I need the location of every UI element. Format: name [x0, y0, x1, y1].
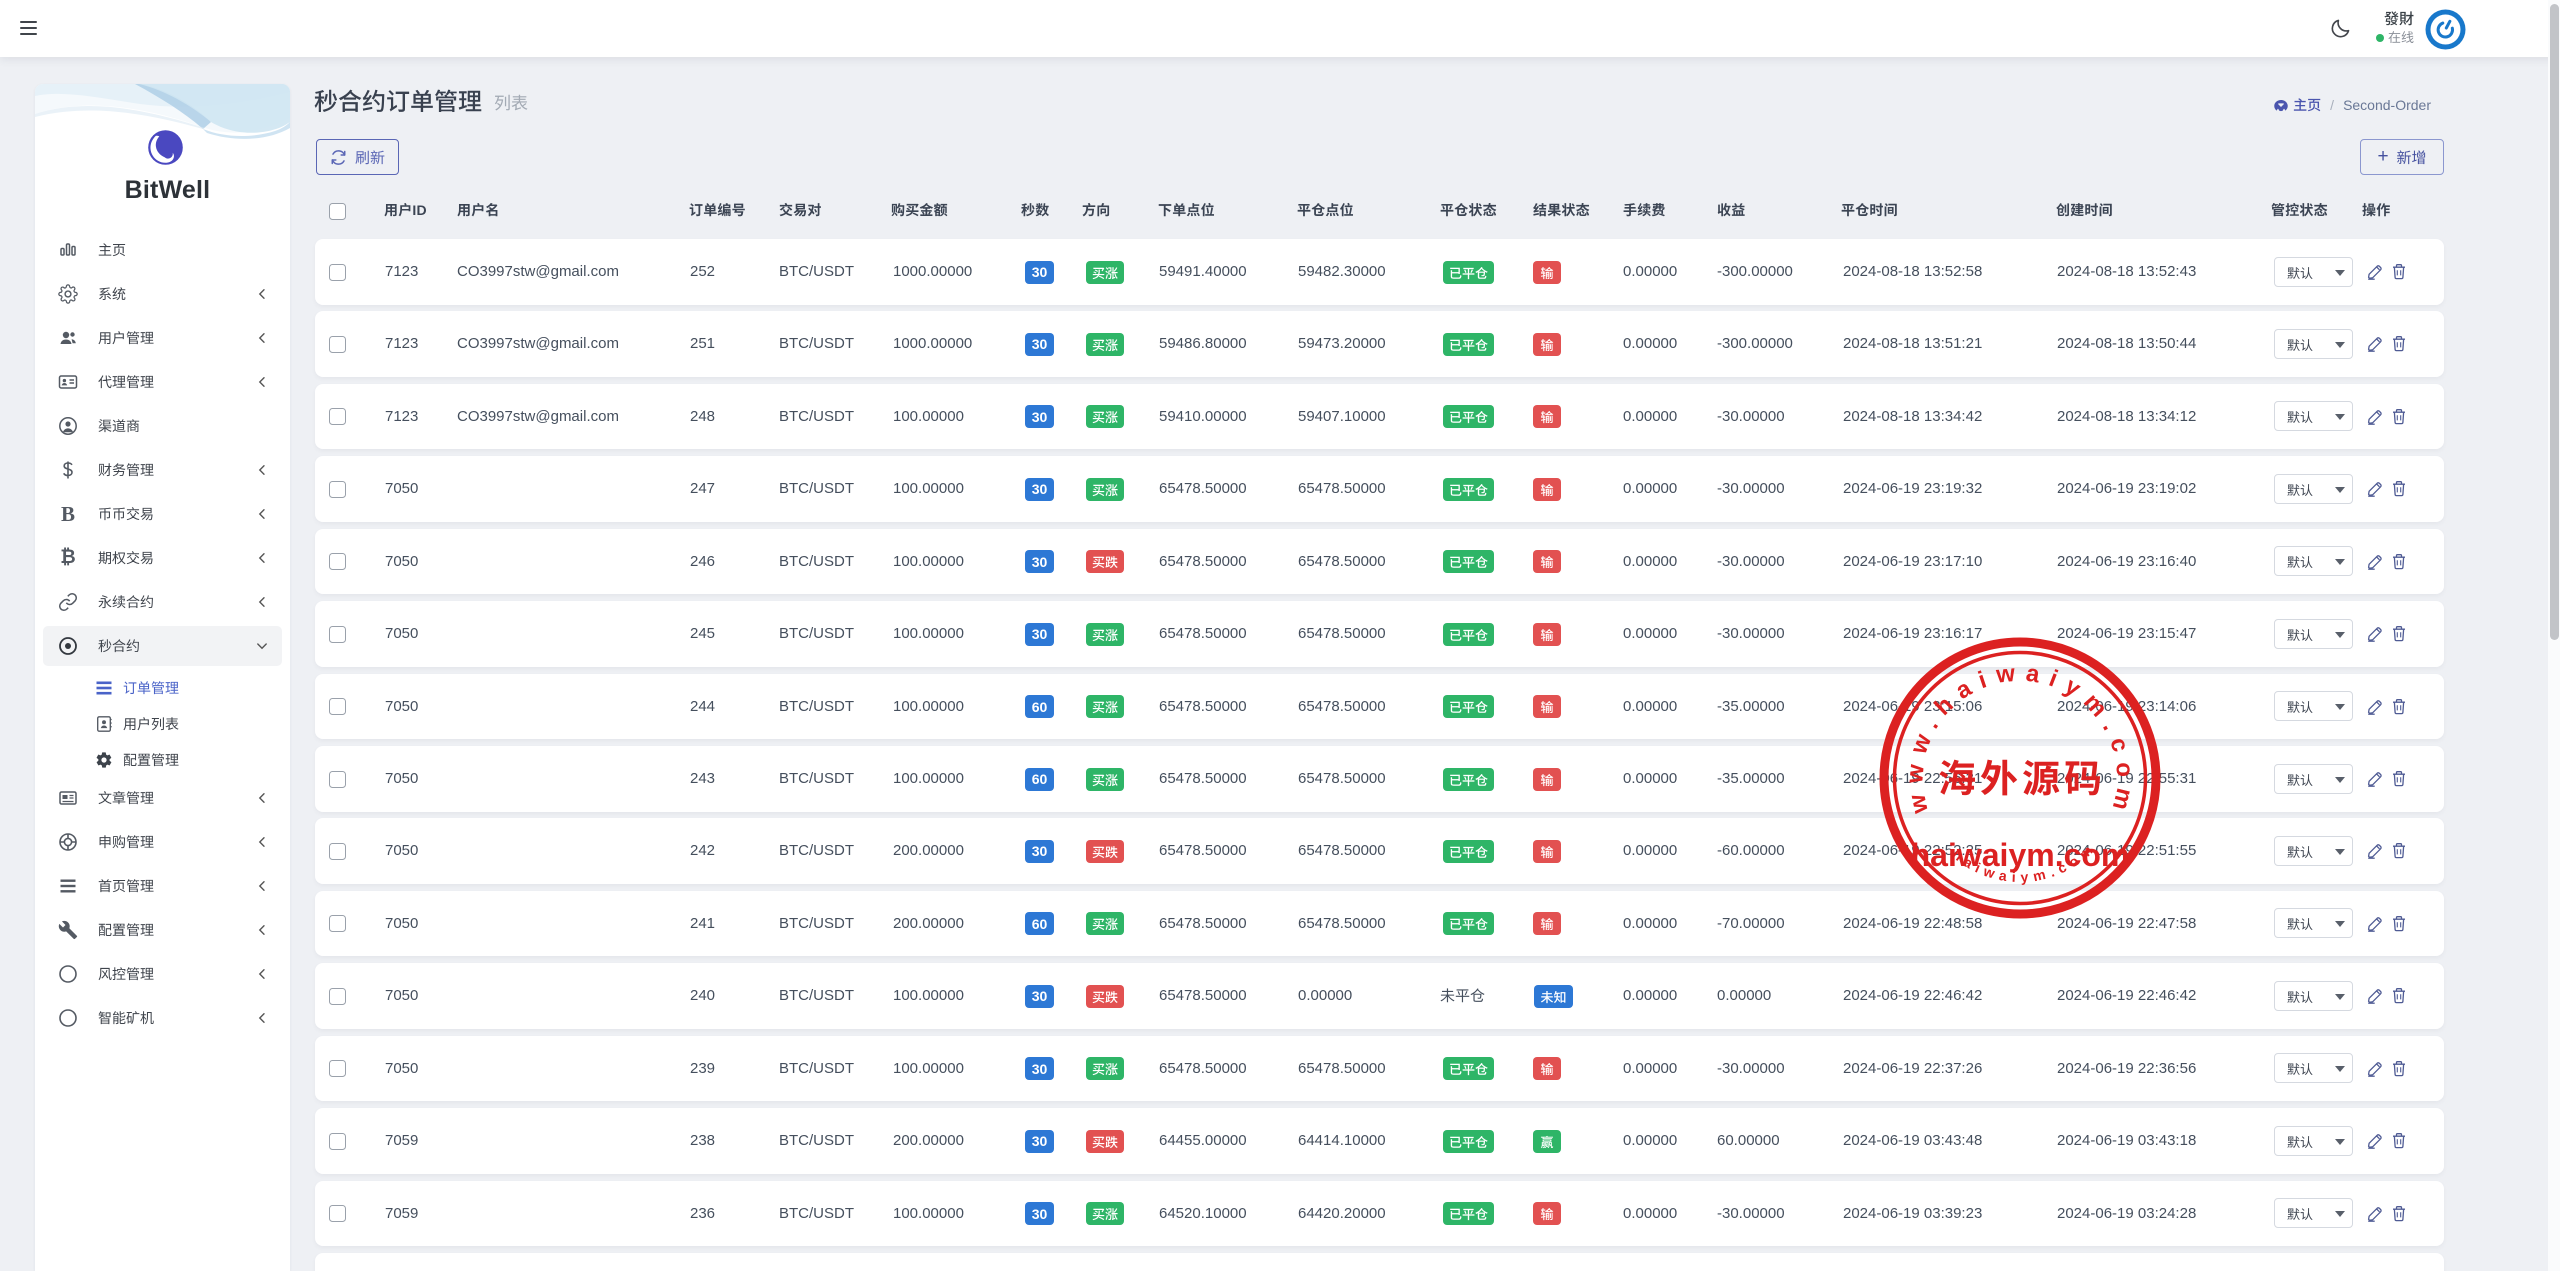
svg-text:haiwaiym.com: haiwaiym.com [1911, 837, 2130, 873]
svg-text:海外源码: 海外源码 [1938, 748, 2106, 803]
